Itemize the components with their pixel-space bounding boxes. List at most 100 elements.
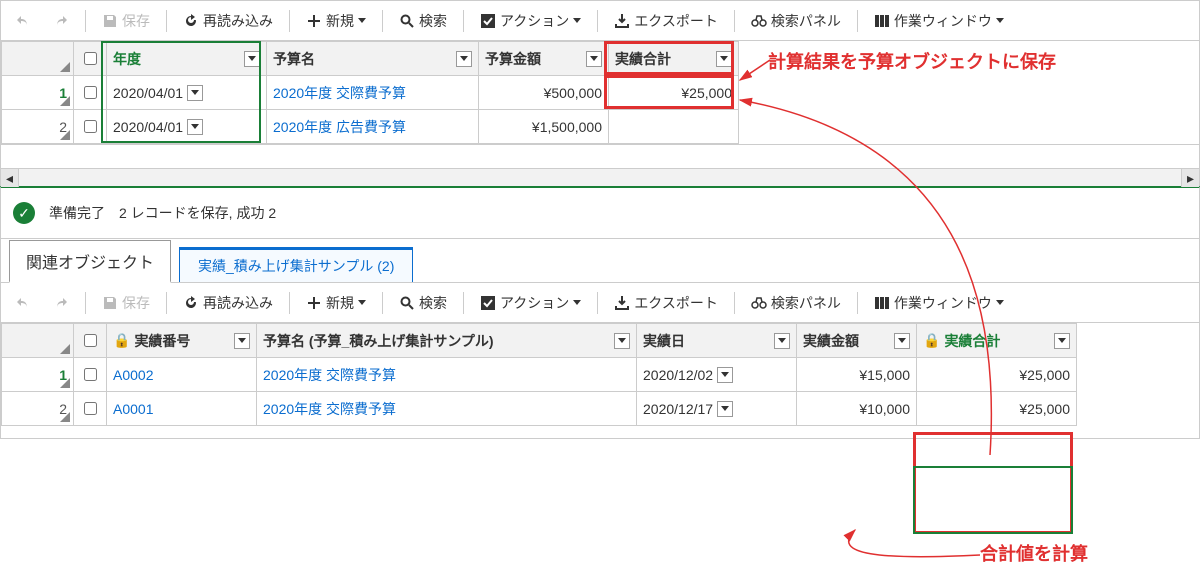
budget-name-link[interactable]: 2020年度 交際費予算 — [263, 367, 396, 383]
bottom-grid: 🔒実績番号 予算名 (予算_積み上げ集計サンプル) 実績日 実績金額 🔒実績合計… — [1, 323, 1077, 426]
date-value: 2020/12/17 — [643, 401, 713, 417]
row-checkbox[interactable] — [74, 110, 107, 144]
row-checkbox[interactable] — [74, 76, 107, 110]
work-window-label: 作業ウィンドウ — [894, 293, 992, 313]
table-row: 2 A0001 2020年度 交際費予算 2020/12/17 ¥10,000 … — [2, 392, 1077, 426]
col-actual-no[interactable]: 🔒実績番号 — [107, 324, 257, 358]
cell-actual-date[interactable]: 2020/12/17 — [637, 392, 797, 426]
cell-budget-name[interactable]: 2020年度 広告費予算 — [267, 110, 479, 144]
budget-name-link[interactable]: 2020年度 広告費予算 — [273, 119, 406, 135]
row-header[interactable]: 1 — [2, 76, 74, 110]
search-panel-button[interactable]: 検索パネル — [741, 7, 851, 35]
caret-down-icon — [996, 18, 1004, 23]
cell-budget-name[interactable]: 2020年度 交際費予算 — [257, 358, 637, 392]
cell-actual-amount[interactable]: ¥10,000 — [797, 392, 917, 426]
status-detail: 2 レコードを保存, 成功 2 — [119, 203, 276, 223]
undo-button[interactable] — [5, 291, 41, 315]
dropdown-button[interactable] — [187, 119, 203, 135]
dropdown-button[interactable] — [187, 85, 203, 101]
select-all-row-header[interactable] — [2, 42, 74, 76]
search-button[interactable]: 検索 — [389, 289, 457, 317]
col-budget-name-label: 予算名 — [273, 49, 315, 69]
col-actual-date[interactable]: 実績日 — [637, 324, 797, 358]
action-button[interactable]: アクション — [470, 289, 591, 317]
cell-actual-no[interactable]: A0002 — [107, 358, 257, 392]
save-label: 保存 — [122, 293, 150, 313]
cell-actual-total[interactable]: ¥25,000 — [609, 76, 739, 110]
search-panel-button[interactable]: 検索パネル — [741, 289, 851, 317]
filter-button[interactable] — [456, 51, 472, 67]
scroll-right-button[interactable]: ▸ — [1181, 169, 1199, 187]
budget-name-link[interactable]: 2020年度 交際費予算 — [273, 85, 406, 101]
action-button[interactable]: アクション — [470, 7, 591, 35]
cell-actual-total[interactable]: ¥25,000 — [917, 392, 1077, 426]
scroll-left-button[interactable]: ◂ — [1, 169, 19, 187]
filter-button[interactable] — [894, 333, 910, 349]
row-checkbox[interactable] — [74, 358, 107, 392]
export-button[interactable]: エクスポート — [604, 7, 728, 35]
dropdown-button[interactable] — [717, 367, 733, 383]
row-header[interactable]: 1 — [2, 358, 74, 392]
dropdown-button[interactable] — [717, 401, 733, 417]
redo-button[interactable] — [43, 291, 79, 315]
select-all-row-header[interactable] — [2, 324, 74, 358]
tab-related-objects[interactable]: 関連オブジェクト — [9, 240, 171, 283]
filter-button[interactable] — [774, 333, 790, 349]
redo-button[interactable] — [43, 9, 79, 33]
filter-button[interactable] — [234, 333, 250, 349]
year-value: 2020/04/01 — [113, 119, 183, 135]
row-header[interactable]: 2 — [2, 392, 74, 426]
col-budget-name[interactable]: 予算名 (予算_積み上げ集計サンプル) — [257, 324, 637, 358]
actual-no-link[interactable]: A0002 — [113, 367, 153, 383]
col-actual-amount[interactable]: 実績金額 — [797, 324, 917, 358]
cell-actual-total[interactable]: ¥25,000 — [917, 358, 1077, 392]
cell-actual-amount[interactable]: ¥15,000 — [797, 358, 917, 392]
amount-value: ¥500,000 — [544, 85, 602, 101]
row-header[interactable]: 2 — [2, 110, 74, 144]
filter-button[interactable] — [614, 333, 630, 349]
cell-budget-name[interactable]: 2020年度 交際費予算 — [267, 76, 479, 110]
col-actual-total[interactable]: 🔒実績合計 — [917, 324, 1077, 358]
filter-button[interactable] — [244, 51, 260, 67]
select-all-checkbox[interactable] — [74, 324, 107, 358]
col-actual-total[interactable]: 実績合計 — [609, 42, 739, 76]
filter-button[interactable] — [586, 51, 602, 67]
cell-actual-no[interactable]: A0001 — [107, 392, 257, 426]
actual-no-link[interactable]: A0001 — [113, 401, 153, 417]
filter-button[interactable] — [1054, 333, 1070, 349]
new-button[interactable]: 新規 — [296, 289, 376, 317]
save-button[interactable]: 保存 — [92, 7, 160, 35]
undo-button[interactable] — [5, 9, 41, 33]
work-window-button[interactable]: 作業ウィンドウ — [864, 7, 1014, 35]
new-button[interactable]: 新規 — [296, 7, 376, 35]
cell-year[interactable]: 2020/04/01 — [107, 76, 267, 110]
select-all-checkbox[interactable] — [74, 42, 107, 76]
work-window-button[interactable]: 作業ウィンドウ — [864, 289, 1014, 317]
reload-button[interactable]: 再読み込み — [173, 289, 283, 317]
col-label: 実績日 — [643, 331, 685, 351]
col-budget-name[interactable]: 予算名 — [267, 42, 479, 76]
save-button[interactable]: 保存 — [92, 289, 160, 317]
export-button[interactable]: エクスポート — [604, 289, 728, 317]
filter-button[interactable] — [716, 51, 732, 67]
binoculars-icon — [751, 13, 767, 29]
amount-value: ¥1,500,000 — [532, 119, 602, 135]
cell-actual-date[interactable]: 2020/12/02 — [637, 358, 797, 392]
checkbox-icon — [480, 295, 496, 311]
cell-year[interactable]: 2020/04/01 — [107, 110, 267, 144]
cell-actual-total[interactable] — [609, 110, 739, 144]
col-year[interactable]: 年度 — [107, 42, 267, 76]
cell-budget-name[interactable]: 2020年度 交際費予算 — [257, 392, 637, 426]
row-checkbox[interactable] — [74, 392, 107, 426]
h-scrollbar[interactable]: ◂ ▸ — [1, 168, 1199, 186]
search-button[interactable]: 検索 — [389, 7, 457, 35]
cell-budget-amount[interactable]: ¥1,500,000 — [479, 110, 609, 144]
undo-icon — [15, 13, 31, 29]
col-label: 実績合計 — [944, 331, 1000, 351]
budget-name-link[interactable]: 2020年度 交際費予算 — [263, 401, 396, 417]
cell-budget-amount[interactable]: ¥500,000 — [479, 76, 609, 110]
caret-down-icon — [573, 18, 581, 23]
reload-button[interactable]: 再読み込み — [173, 7, 283, 35]
col-budget-amount[interactable]: 予算金額 — [479, 42, 609, 76]
tab-sample[interactable]: 実績_積み上げ集計サンプル (2) — [179, 247, 413, 282]
